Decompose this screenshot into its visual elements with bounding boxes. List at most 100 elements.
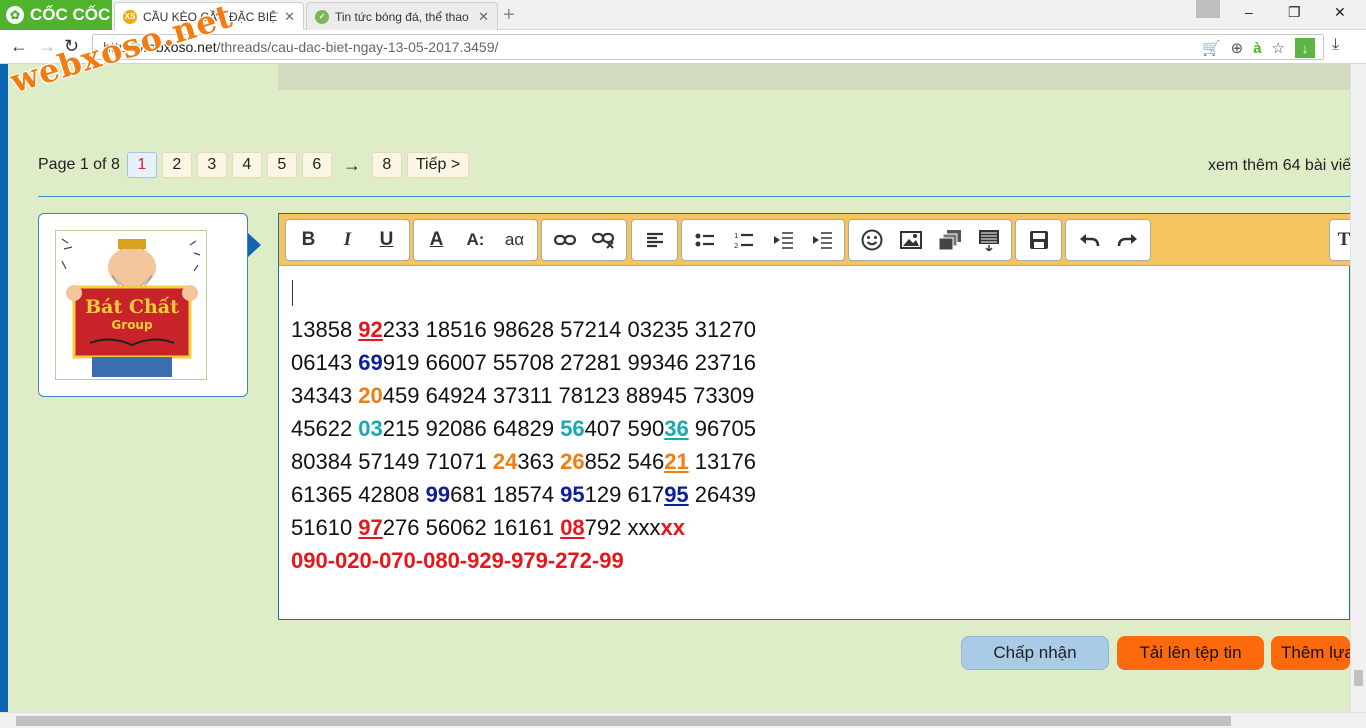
font-color-button[interactable]: A xyxy=(420,224,453,256)
upload-file-button[interactable]: Tải lên tệp tin xyxy=(1117,636,1264,670)
font-size-button[interactable]: A: xyxy=(459,224,492,256)
final-pick-line: 090-020-070-080-929-979-272-99 xyxy=(291,548,624,573)
number-text: 363 xyxy=(517,449,561,474)
bold-button[interactable]: B xyxy=(292,224,325,256)
user-profile-icon[interactable] xyxy=(1196,0,1220,18)
page-left-edge xyxy=(0,64,8,712)
downloads-icon[interactable]: ⤓ xyxy=(1332,36,1339,54)
bullet-list-icon[interactable] xyxy=(688,224,721,256)
vertical-scroll-thumb[interactable] xyxy=(1354,670,1363,686)
media-icon[interactable] xyxy=(933,224,966,256)
quote-icon[interactable] xyxy=(972,224,1005,256)
number-text: 215 92086 64829 xyxy=(382,416,561,441)
number-lines: 13858 92233 18516 98628 57214 03235 3127… xyxy=(291,313,1331,544)
smiley-icon[interactable] xyxy=(855,224,888,256)
horizontal-scrollbar[interactable] xyxy=(0,712,1366,728)
underline-button[interactable]: U xyxy=(370,224,403,256)
tab-close-icon[interactable]: ✕ xyxy=(478,9,489,25)
svg-text:1: 1 xyxy=(734,232,738,240)
translate-icon[interactable]: à xyxy=(1253,40,1261,57)
number-text: 459 64924 37311 78123 88945 73309 xyxy=(382,383,755,408)
skip-arrow-icon: → xyxy=(342,154,361,175)
italic-button[interactable]: I xyxy=(331,224,364,256)
page-link-5[interactable]: 5 xyxy=(266,152,297,178)
image-icon[interactable] xyxy=(894,224,927,256)
bookmark-star-icon[interactable]: ☆ xyxy=(1272,39,1285,57)
redo-icon[interactable] xyxy=(1111,224,1144,256)
toolbar-group-link xyxy=(541,219,627,261)
number-text: 13176 xyxy=(688,449,756,474)
svg-text:Group: Group xyxy=(111,318,153,332)
editor-toolbar: B I U A A: aα 12 T xyxy=(279,214,1359,266)
highlighted-number: 21 xyxy=(664,449,689,474)
horizontal-scroll-thumb[interactable] xyxy=(16,716,1231,726)
highlighted-number: 03 xyxy=(358,416,383,441)
toolbar-group-font: A A: aα xyxy=(413,219,538,261)
accept-button[interactable]: Chấp nhận xyxy=(961,636,1109,670)
undo-icon[interactable] xyxy=(1072,224,1105,256)
indent-icon[interactable] xyxy=(805,224,838,256)
page-link-3[interactable]: 3 xyxy=(196,152,227,178)
link-icon[interactable] xyxy=(548,224,581,256)
toolbar-group-history xyxy=(1065,219,1151,261)
page-label: Page 1 of 8 xyxy=(38,156,120,173)
minimize-button[interactable]: – xyxy=(1245,4,1253,20)
toolbar-group-lists: 12 xyxy=(681,219,845,261)
back-arrow-icon[interactable]: ← xyxy=(10,36,28,57)
page-link-last[interactable]: 8 xyxy=(371,152,402,178)
post-editor[interactable]: B I U A A: aα 12 T 13858 92233 18516 986… xyxy=(278,213,1359,620)
check-favicon-icon: ✓ xyxy=(315,9,329,24)
previous-post-footer xyxy=(278,64,1350,90)
number-text: 792 xxx xyxy=(584,515,661,540)
page-link-2[interactable]: 2 xyxy=(161,152,192,178)
page-link-1[interactable]: 1 xyxy=(126,152,157,178)
number-text: 852 546 xyxy=(584,449,665,474)
number-line: 45622 03215 92086 64829 56407 59036 9670… xyxy=(291,412,1331,445)
toolbar-group-align xyxy=(631,219,678,261)
toolbar-group-save xyxy=(1015,219,1062,261)
next-page-button[interactable]: Tiếp > xyxy=(406,152,470,178)
save-icon[interactable] xyxy=(1022,224,1055,256)
avatar[interactable]: Bát Chất Group xyxy=(55,230,207,380)
browser-name: CỐC CỐC xyxy=(30,5,111,24)
number-text: 129 617 xyxy=(584,482,665,507)
highlighted-number: 08 xyxy=(560,515,585,540)
text-caret xyxy=(292,280,293,306)
page-link-4[interactable]: 4 xyxy=(231,152,262,178)
tab-close-icon[interactable]: ✕ xyxy=(284,9,295,25)
page-link-6[interactable]: 6 xyxy=(301,152,332,178)
god-of-wealth-avatar-icon: Bát Chất Group xyxy=(56,231,206,379)
url-input[interactable]: http://webxoso.net/threads/cau-dac-biet-… xyxy=(92,34,1324,60)
number-text: 51610 xyxy=(291,515,359,540)
shopping-cart-icon[interactable]: 🛒 xyxy=(1202,39,1221,57)
number-text: 96705 xyxy=(688,416,756,441)
toolbar-group-insert xyxy=(848,219,1012,261)
toolbar-group-format: B I U xyxy=(285,219,410,261)
align-icon[interactable] xyxy=(638,224,671,256)
tab-title: Tin tức bóng đá, thể thao xyxy=(335,9,469,24)
more-posts-link[interactable]: xem thêm 64 bài viết xyxy=(1208,157,1356,175)
vertical-scrollbar[interactable] xyxy=(1350,64,1366,712)
savior-download-icon[interactable]: ↓ xyxy=(1295,38,1315,58)
zoom-icon[interactable]: ⊕ xyxy=(1231,39,1244,57)
number-text: 13858 xyxy=(291,317,359,342)
xs-favicon-icon: XS xyxy=(123,9,137,24)
close-window-button[interactable]: ✕ xyxy=(1334,4,1346,21)
new-tab-button[interactable]: + xyxy=(503,4,515,27)
outdent-icon[interactable] xyxy=(766,224,799,256)
more-options-button[interactable]: Thêm lựa chọn xyxy=(1271,636,1350,670)
editor-content[interactable]: 13858 92233 18516 98628 57214 03235 3127… xyxy=(291,280,1331,577)
browser-logo[interactable]: ✿ CỐC CỐC xyxy=(0,0,112,30)
coccoc-leaf-icon: ✿ xyxy=(6,6,24,24)
number-list-icon[interactable]: 12 xyxy=(727,224,760,256)
unlink-icon[interactable] xyxy=(587,224,620,256)
font-family-button[interactable]: aα xyxy=(498,224,531,256)
highlighted-number: 36 xyxy=(664,416,689,441)
restore-button[interactable]: ❐ xyxy=(1288,4,1301,21)
svg-text:2: 2 xyxy=(734,242,738,249)
tab-news[interactable]: ✓ Tin tức bóng đá, thể thao ✕ xyxy=(306,2,498,30)
highlighted-number: xx xyxy=(660,515,685,540)
number-line: 13858 92233 18516 98628 57214 03235 3127… xyxy=(291,313,1331,346)
number-line: 61365 42808 99681 18574 95129 61795 2643… xyxy=(291,478,1331,511)
number-text: 45622 xyxy=(291,416,359,441)
